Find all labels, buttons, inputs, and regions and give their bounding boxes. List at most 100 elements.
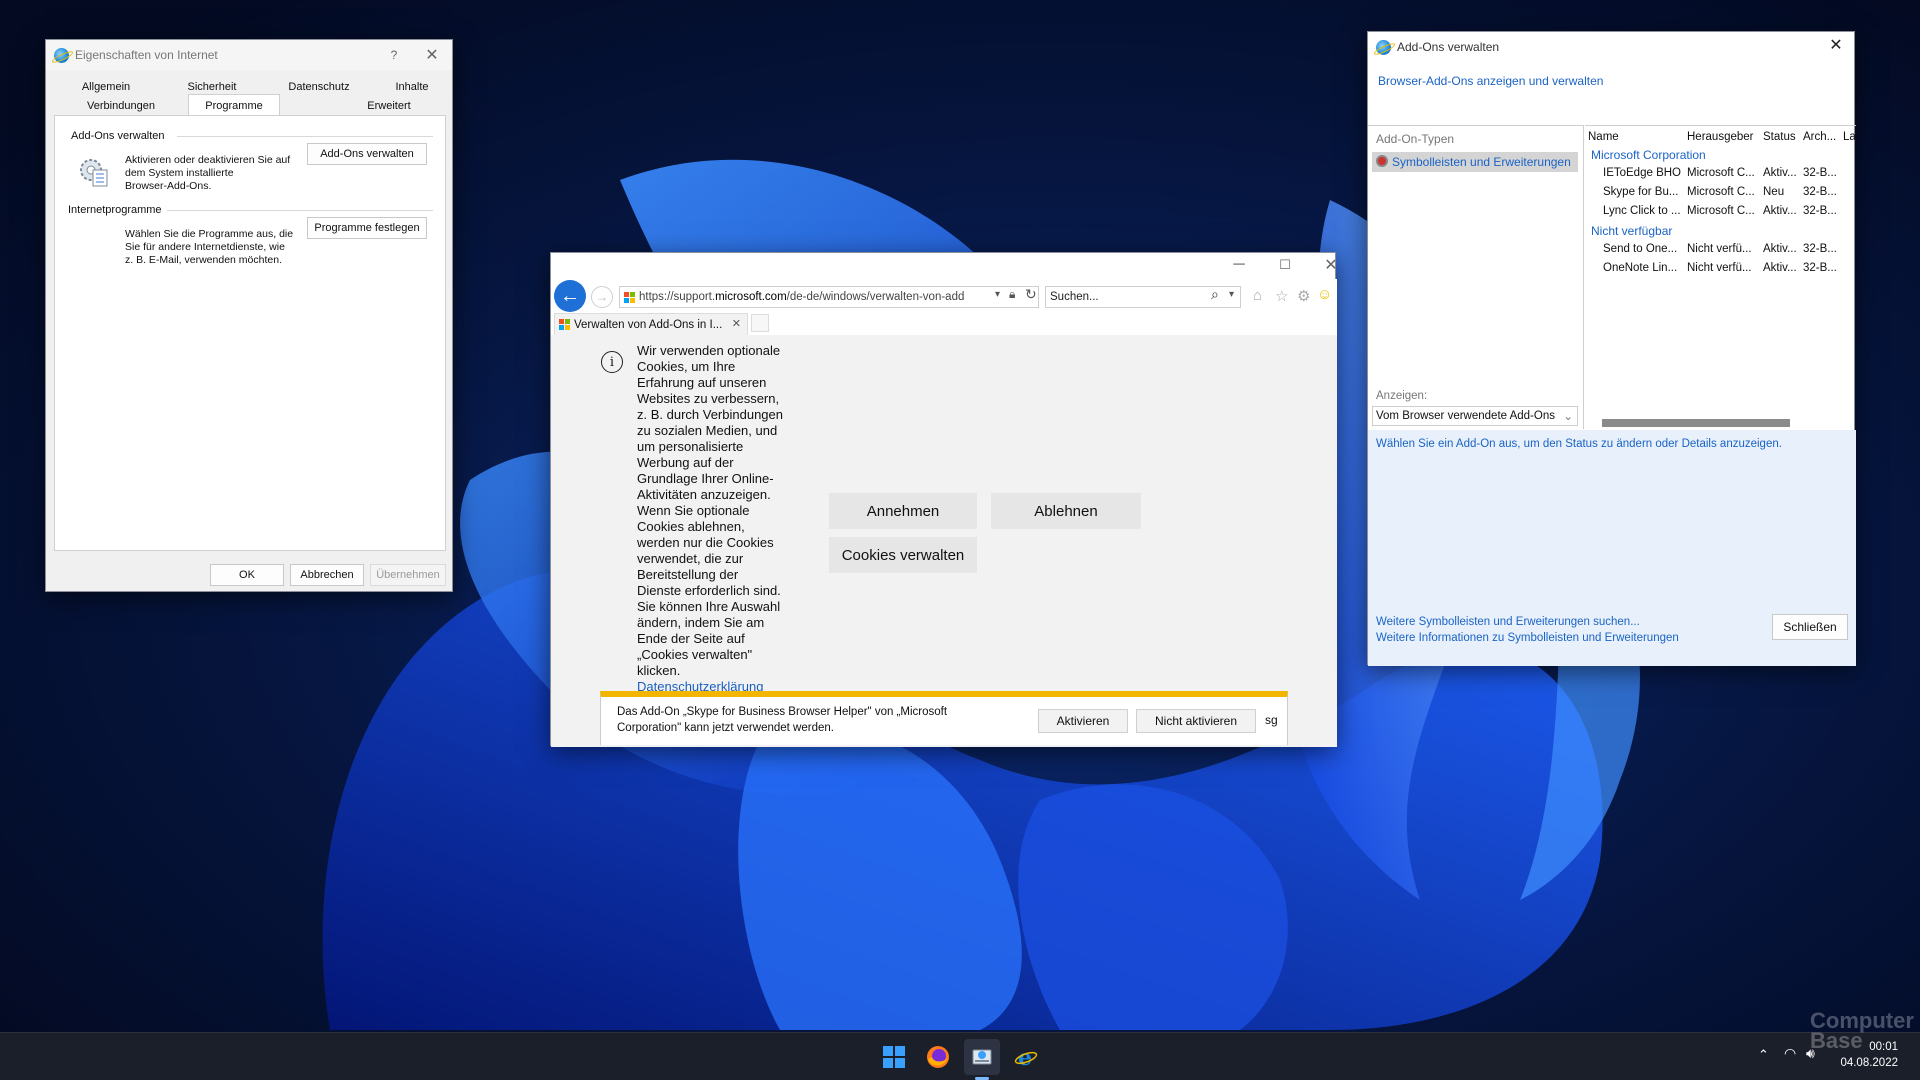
view-addons-link[interactable]: Browser-Add-Ons anzeigen und verwalten [1378,74,1603,88]
programs-desc-3: z. B. E-Mail, verwenden möchten. [125,254,282,266]
forward-arrow-icon[interactable]: → [591,286,613,308]
reject-cookies-button[interactable]: Ablehnen [991,493,1141,529]
new-tab-icon[interactable] [751,314,769,332]
cookie-text-line: zu sozialen Medien, und [637,423,778,438]
tab-verbindungen[interactable]: Verbindungen [76,97,166,115]
browser-titlebar[interactable]: ─ ☐ ✕ [551,250,1338,280]
cookie-text-line: Websites zu verbessern, [637,391,780,406]
lock-icon[interactable]: 🔒︎ [1009,287,1015,302]
cookie-text-line: Cookies, um Ihre [637,359,736,374]
back-arrow-icon[interactable]: ← [554,280,586,312]
horizontal-scrollbar[interactable] [1602,419,1790,427]
set-programs-button[interactable]: Programme festlegen [307,217,427,239]
taskbar: e ⌃ ◠ 🔊︎ 00:01 04.08.2022 Computer Base [0,1010,1920,1080]
tab-datenschutz[interactable]: Datenschutz [274,78,364,96]
column-header-status[interactable]: Status [1763,126,1796,148]
manage-addons-button[interactable]: Add-Ons verwalten [307,143,427,165]
search-icon[interactable]: ⌕ [1211,286,1219,303]
settings-gear-icon[interactable]: ⚙ [1297,287,1310,305]
addon-publisher: Microsoft C... [1687,186,1755,198]
addon-name: IEToEdge BHO [1603,167,1681,179]
programs-group-label: Internetprogramme [68,204,162,216]
cookie-text-line: Werbung auf der [637,455,734,470]
url-domain: microsoft.com [715,291,787,303]
microsoft-logo-icon [624,291,635,303]
manage-addons-titlebar[interactable]: Add-Ons verwalten [1368,32,1854,62]
addon-arch: 32-B... [1803,167,1837,179]
help-button[interactable]: ? [376,40,412,70]
addon-notification-bar: Das Add-On „Skype for Business Browser H… [600,691,1288,745]
addon-status: Aktiv... [1763,262,1797,274]
addon-status: Neu [1763,186,1785,198]
start-windows-icon[interactable] [876,1039,912,1075]
addons-footer: Weitere Symbolleisten und Erweiterungen … [1368,612,1856,666]
refresh-icon[interactable]: ↻ [1025,286,1037,303]
close-icon[interactable]: ✕ [1313,250,1349,280]
dropdown-icon[interactable]: ▾ [995,289,1000,300]
cookie-text-line: Wenn Sie optionale [637,503,750,518]
ie-logo-icon [1376,39,1391,55]
manage-cookies-button[interactable]: Cookies verwalten [829,537,977,573]
addon-publisher: Microsoft C... [1687,205,1755,217]
tab-close-icon[interactable]: ✕ [732,317,741,330]
show-filter-select[interactable]: Vom Browser verwendete Add-Ons ⌄ [1372,406,1578,426]
internet-explorer-icon[interactable]: e [1008,1039,1044,1075]
tab-allgemein[interactable]: Allgemein [66,78,146,96]
cookie-text-line: Cookies ablehnen, [637,519,745,534]
tab-inhalte[interactable]: Inhalte [384,78,440,96]
control-panel-icon[interactable] [964,1039,1000,1075]
feedback-smiley-icon[interactable]: ☺ [1317,286,1332,303]
addon-status: Aktiv... [1763,167,1797,179]
programs-desc-1: Wählen Sie die Programme aus, die [125,228,294,240]
addon-type-toolbars[interactable]: Symbolleisten und Erweiterungen [1372,152,1578,172]
maximize-icon[interactable]: ☐ [1267,250,1303,280]
cancel-button[interactable]: Abbrechen [290,564,364,586]
close-button[interactable]: Schließen [1772,614,1848,640]
apply-button[interactable]: Übernehmen [370,564,446,586]
find-more-link[interactable]: Weitere Symbolleisten und Erweiterungen … [1376,616,1640,628]
learn-more-link[interactable]: Weitere Informationen zu Symbolleisten u… [1376,632,1679,644]
accept-cookies-button[interactable]: Annehmen [829,493,977,529]
minimize-icon[interactable]: ─ [1221,250,1257,280]
cookie-text-line: Erfahrung auf unseren [637,375,767,390]
search-dropdown-icon[interactable]: ▾ [1229,289,1234,300]
column-header-publisher[interactable]: Herausgeber [1687,126,1753,148]
tab-programme[interactable]: Programme [188,94,280,116]
page-content: i Wir verwenden optionale Cookies, um Ihr… [551,335,1337,747]
chevron-up-icon[interactable]: ⌃ [1758,1047,1769,1063]
column-header-load-time[interactable]: La [1843,126,1856,148]
addon-publisher: Microsoft C... [1687,167,1755,179]
ie-taskbar-logo-icon: e [1014,1045,1038,1069]
notification-overflow-text: sg [1265,713,1278,727]
windows-logo-icon [883,1046,905,1068]
cookie-text-line: Sie können Ihre Auswahl [637,599,781,614]
group-header-microsoft: Microsoft Corporation [1591,148,1706,162]
window-title: Eigenschaften von Internet [75,48,218,62]
column-header-architecture[interactable]: Arch... [1803,126,1836,148]
wifi-icon[interactable]: ◠ [1784,1045,1796,1062]
addon-name: Send to One... [1603,243,1678,255]
activate-addon-button[interactable]: Aktivieren [1038,709,1128,733]
address-bar[interactable]: https://support. microsoft.com/de-de/wind… [619,286,1039,308]
favorites-star-icon[interactable]: ☆ [1275,287,1288,305]
toolbar-extension-icon [1376,155,1388,167]
close-icon[interactable]: ✕ [1818,30,1854,60]
url-prefix: https://support. [639,291,716,303]
show-label: Anzeigen: [1376,390,1428,402]
firefox-icon[interactable] [920,1039,956,1075]
close-icon[interactable]: ✕ [414,40,450,70]
addon-publisher: Nicht verfü... [1687,262,1752,274]
microsoft-logo-icon [559,319,570,330]
column-header-name[interactable]: Name [1588,126,1619,148]
url-suffix: /de-de/windows/verwalten-von-add [786,291,965,303]
browser-tab-strip: Verwalten von Add-Ons in I... ✕ [551,313,1337,335]
cookie-text-line: „Cookies verwalten" [637,647,753,662]
home-icon[interactable]: ⌂ [1253,287,1262,304]
addons-gear-icon [80,159,108,187]
ie-logo-icon [54,47,69,63]
cookie-text-line: Wir verwenden optionale [637,343,781,358]
dont-activate-button[interactable]: Nicht aktivieren [1136,709,1256,733]
tab-erweitert[interactable]: Erweitert [354,97,424,115]
browser-tab[interactable]: Verwalten von Add-Ons in I... ✕ [554,313,748,335]
ok-button[interactable]: OK [210,564,284,586]
